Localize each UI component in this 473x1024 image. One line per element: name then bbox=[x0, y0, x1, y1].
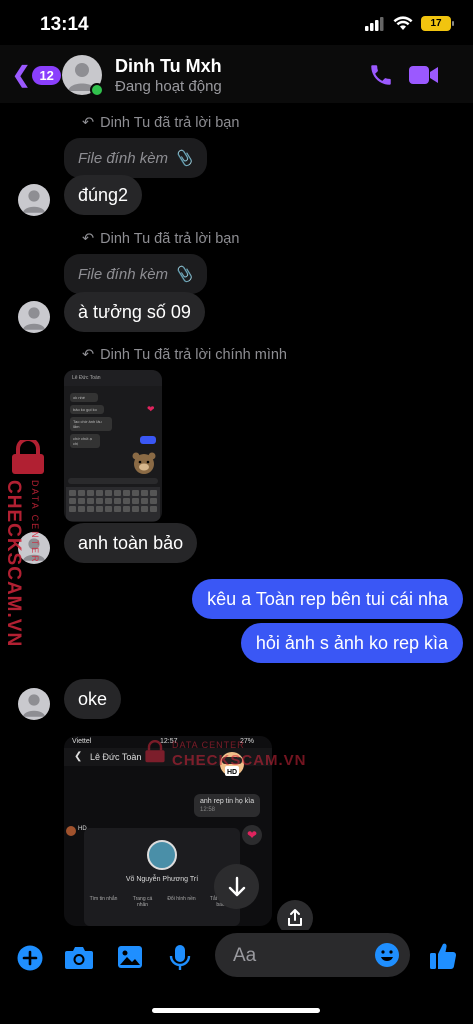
message-text: đúng2 bbox=[78, 184, 129, 205]
reply-note: ↶ Dinh Tu đã trả lời chính mình bbox=[82, 347, 287, 363]
thumbs-up-icon[interactable] bbox=[428, 941, 458, 971]
video-call-icon[interactable] bbox=[408, 63, 440, 87]
quoted-text: File đính kèm bbox=[78, 149, 169, 167]
message-text: oke bbox=[78, 688, 108, 709]
outgoing-message[interactable]: hỏi ảnh s ảnh ko rep kìa bbox=[240, 623, 463, 663]
reply-note: ↶ Dinh Tu đã trả lời bạn bbox=[82, 115, 239, 131]
shot-action: Đổi hình nền bbox=[167, 896, 196, 902]
wifi-icon bbox=[393, 16, 413, 30]
scroll-to-bottom-button[interactable] bbox=[214, 864, 259, 909]
message-text: hỏi ảnh s ảnh ko rep kìa bbox=[255, 632, 448, 653]
sender-avatar[interactable] bbox=[18, 301, 50, 333]
quoted-attachment[interactable]: File đính kèm 📎 bbox=[64, 254, 207, 294]
incoming-message[interactable]: oke bbox=[64, 679, 122, 719]
battery-icon: 17 bbox=[421, 16, 454, 31]
contact-name[interactable]: Dinh Tu Mxh bbox=[115, 56, 222, 77]
thumb-line: Tao chờ ảnh lâu lắm bbox=[70, 417, 112, 431]
svg-text:HD: HD bbox=[227, 769, 237, 776]
shot-action: Tìm tin nhắn bbox=[89, 896, 118, 902]
thumb-header: Lê Đức Toàn bbox=[64, 370, 162, 386]
arrow-down-icon bbox=[228, 876, 245, 896]
thumb-line: ok nhé bbox=[70, 393, 98, 402]
shot-carrier: Viettel bbox=[72, 738, 92, 745]
reply-note-text: Dinh Tu đã trả lời chính mình bbox=[100, 347, 287, 363]
message-input-placeholder: Aa bbox=[233, 945, 257, 966]
shot-profile-avatar bbox=[147, 840, 177, 870]
shot-bubble: anh rep tin họ kìa 12:58 bbox=[194, 794, 261, 817]
online-dot bbox=[90, 83, 104, 97]
chat-header: ❮ 12 Dinh Tu Mxh Đang hoạt động bbox=[0, 45, 473, 103]
status-icons: 17 bbox=[365, 16, 454, 31]
camera-icon[interactable] bbox=[64, 944, 94, 970]
shot-bubble-text: anh rep tin họ kìa bbox=[200, 798, 255, 805]
paperclip-icon: 📎 bbox=[174, 150, 193, 167]
paperclip-icon: 📎 bbox=[174, 266, 193, 283]
watermark-brand: CHECKSCAM.VN bbox=[3, 480, 24, 648]
presence-status: Đang hoạt động bbox=[115, 78, 222, 95]
thumb-line: bảo ko gọi ko bbox=[70, 405, 104, 414]
quoted-screenshot-thumbnail[interactable]: Lê Đức Toàn ok nhé bảo ko gọi ko Tao chờ… bbox=[64, 370, 162, 522]
reply-arrow-icon: ↶ bbox=[82, 231, 95, 247]
plus-icon[interactable] bbox=[16, 944, 44, 972]
incoming-message[interactable]: đúng2 bbox=[64, 175, 143, 215]
heart-icon: ❤ bbox=[147, 404, 155, 414]
incoming-message[interactable]: anh toàn bảo bbox=[64, 523, 198, 563]
contact-avatar[interactable] bbox=[62, 55, 104, 97]
reply-arrow-icon: ↶ bbox=[82, 347, 95, 363]
thumb-out-bubble bbox=[140, 436, 156, 444]
incoming-message[interactable]: à tưởng số 09 bbox=[64, 292, 205, 332]
unread-count-badge: 12 bbox=[32, 65, 61, 85]
emoji-icon[interactable] bbox=[374, 942, 400, 968]
reply-note-text: Dinh Tu đã trả lời bạn bbox=[100, 115, 240, 131]
back-button[interactable]: ❮ 12 bbox=[12, 62, 61, 88]
thumb-line: chờ chút ạ chị bbox=[70, 434, 100, 448]
phone-call-icon[interactable] bbox=[368, 62, 394, 88]
message-text: à tưởng số 09 bbox=[78, 301, 191, 322]
home-indicator bbox=[152, 1008, 320, 1013]
status-bar: 13:14 17 bbox=[0, 0, 473, 50]
status-time: 13:14 bbox=[40, 14, 89, 35]
heart-reaction-icon: ❤ bbox=[242, 825, 262, 845]
watermark-lock-icon bbox=[8, 437, 48, 479]
message-input[interactable]: Aa bbox=[215, 933, 410, 977]
chevron-left-icon: ❮ bbox=[12, 62, 31, 87]
thumb-keyboard bbox=[66, 487, 160, 521]
watermark-lock-icon bbox=[143, 738, 167, 771]
outgoing-message[interactable]: kêu a Toàn rep bên tui cái nha bbox=[192, 579, 463, 619]
shot-contact-name: Lê Đức Toàn bbox=[90, 752, 142, 762]
chevron-left-icon: ❮ bbox=[74, 751, 83, 762]
microphone-icon[interactable] bbox=[169, 944, 191, 972]
watermark-sub: DATA CENTER bbox=[30, 480, 40, 564]
watermark-brand: CHECKSCAM.VN bbox=[172, 752, 307, 769]
sender-avatar[interactable] bbox=[18, 688, 50, 720]
thumb-title: Lê Đức Toàn bbox=[72, 375, 101, 381]
reply-note: ↶ Dinh Tu đã trả lời bạn bbox=[82, 231, 239, 247]
shot-bubble-time: 12:58 bbox=[200, 807, 216, 813]
reply-note-text: Dinh Tu đã trả lời bạn bbox=[100, 231, 240, 247]
signal-icon bbox=[365, 16, 384, 31]
sender-avatar[interactable] bbox=[18, 184, 50, 216]
gallery-icon[interactable] bbox=[117, 944, 143, 970]
battery-level: 17 bbox=[430, 18, 442, 29]
shot-mini-avatar bbox=[66, 826, 76, 836]
reply-arrow-icon: ↶ bbox=[82, 115, 95, 131]
quoted-text: File đính kèm bbox=[78, 265, 169, 283]
message-text: kêu a Toàn rep bên tui cái nha bbox=[207, 588, 448, 609]
bear-sticker-icon bbox=[132, 452, 156, 474]
share-icon bbox=[288, 909, 302, 926]
message-text: anh toàn bảo bbox=[78, 532, 184, 553]
shot-action: Trang cá nhân bbox=[132, 896, 153, 908]
quoted-attachment[interactable]: File đính kèm 📎 bbox=[64, 138, 207, 178]
thumb-input bbox=[68, 478, 158, 484]
watermark-sub: DATA CENTER bbox=[172, 740, 245, 750]
